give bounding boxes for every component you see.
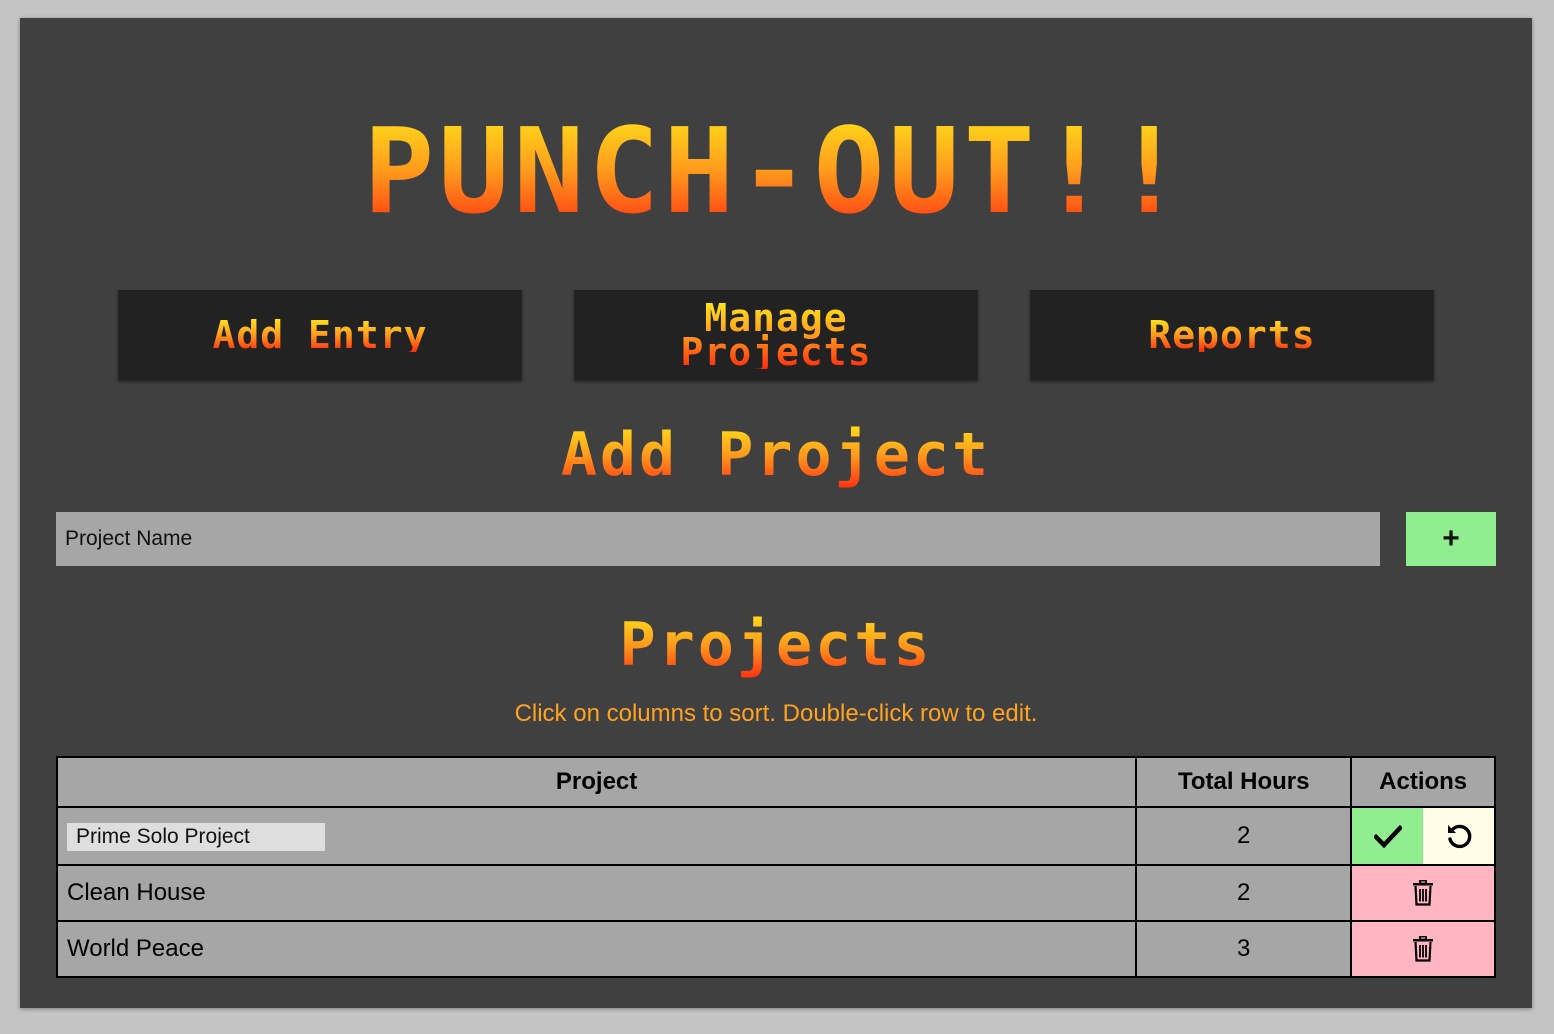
project-name-cell: World Peace bbox=[55, 920, 1138, 978]
projects-heading: Projects bbox=[20, 610, 1532, 680]
add-project-button[interactable]: + bbox=[1406, 512, 1496, 566]
project-name-cell: Clean House bbox=[55, 864, 1138, 922]
table-hint: Click on columns to sort. Double-click r… bbox=[514, 700, 1038, 727]
column-header-project[interactable]: Project bbox=[55, 756, 1138, 808]
project-name-cell: Prime Solo Project bbox=[55, 806, 1138, 866]
column-header-actions[interactable]: Actions bbox=[1350, 756, 1496, 808]
total-hours-cell: 2 bbox=[1135, 806, 1353, 866]
table-row[interactable]: Clean House 2 bbox=[55, 864, 1496, 922]
project-name-input[interactable] bbox=[56, 512, 1380, 566]
main-nav: Add Entry Manage Projects Reports bbox=[118, 290, 1434, 380]
nav-reports-button[interactable]: Reports bbox=[1030, 290, 1434, 380]
add-project-heading: Add Project bbox=[20, 420, 1532, 490]
nav-add-entry-label: Add Entry bbox=[212, 313, 428, 357]
nav-add-entry-button[interactable]: Add Entry bbox=[118, 290, 522, 380]
app-title: PUNCH-OUT!! bbox=[20, 106, 1532, 236]
nav-manage-projects-button[interactable]: Manage Projects bbox=[574, 290, 978, 380]
table-row[interactable]: World Peace 3 bbox=[55, 920, 1496, 978]
delete-project-button[interactable] bbox=[1350, 864, 1496, 922]
add-project-form: + bbox=[56, 512, 1496, 566]
trash-icon bbox=[1413, 936, 1434, 962]
delete-project-button[interactable] bbox=[1350, 920, 1496, 978]
nav-manage-projects-label: Manage Projects bbox=[680, 296, 872, 374]
actions-cell bbox=[1350, 806, 1496, 866]
trash-icon bbox=[1413, 880, 1434, 906]
nav-reports-label: Reports bbox=[1148, 313, 1316, 357]
total-hours-cell: 2 bbox=[1135, 864, 1353, 922]
table-header-row: Project Total Hours Actions bbox=[55, 756, 1496, 808]
projects-table: Project Total Hours Actions Prime Solo P… bbox=[55, 756, 1496, 978]
table-row[interactable]: Prime Solo Project 2 bbox=[55, 806, 1496, 866]
confirm-icon bbox=[1373, 824, 1402, 848]
project-name-edit-field[interactable]: Prime Solo Project bbox=[67, 822, 325, 851]
total-hours-cell: 3 bbox=[1135, 920, 1353, 978]
confirm-edit-button[interactable] bbox=[1352, 808, 1424, 864]
app-window: PUNCH-OUT!! Add Entry Manage Projects Re… bbox=[20, 18, 1532, 1008]
revert-edit-button[interactable] bbox=[1423, 808, 1495, 864]
column-header-total-hours[interactable]: Total Hours bbox=[1135, 756, 1353, 808]
revert-icon bbox=[1447, 824, 1471, 849]
